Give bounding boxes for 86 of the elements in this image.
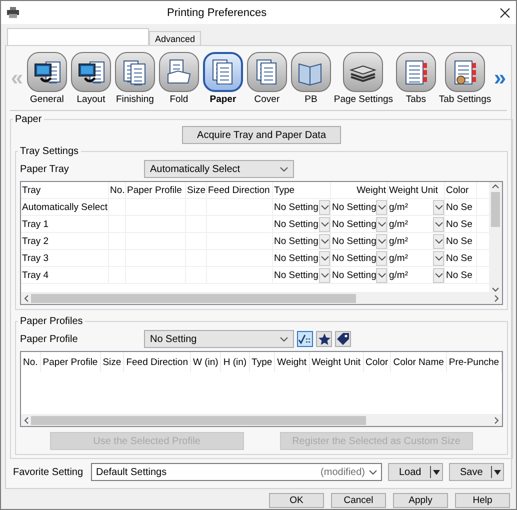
column-header[interactable]: Paper Profile [126,182,186,198]
table-cell: Tray 4 [21,267,109,283]
column-header[interactable]: Weight [275,352,310,372]
tool-button[interactable] [297,331,313,347]
tab[interactable]: Advanced [149,31,202,45]
scroll-thumb[interactable] [491,192,500,227]
column-header[interactable]: Weight [331,182,388,198]
field-label: Favorite Setting [13,466,84,478]
cell-dropdown[interactable]: No Setting [273,216,331,232]
dialog-button[interactable]: OK [269,493,324,508]
table-cell: Tray 3 [21,250,109,266]
table-cell: Tray 2 [21,233,109,249]
cell-dropdown[interactable]: No Setting [273,250,331,266]
table-cell: No Se [445,216,477,232]
column-header[interactable]: No. [109,182,126,198]
column-header[interactable]: Pre-Punche [446,352,502,372]
group-title: Tray Settings [19,146,80,157]
group-title: Paper Profiles [19,316,84,327]
column-header[interactable]: Type [273,182,331,198]
tool-button[interactable] [335,331,351,347]
column-header[interactable]: Tray [21,182,109,198]
field-label: Paper Tray [20,164,70,174]
column-header[interactable]: No. [21,352,41,372]
printer-icon [7,7,19,18]
table-cell: Automatically Select [21,199,109,215]
tag-icon [336,332,350,346]
scroll-right-button[interactable]: » [493,65,507,91]
table-cell: No Se [445,250,477,266]
cell-dropdown[interactable]: No Setting [331,267,388,283]
cell-dropdown[interactable]: g/m² [388,250,445,266]
column-header[interactable]: Color [445,182,477,198]
cell-dropdown[interactable]: g/m² [388,233,445,249]
cell-dropdown[interactable]: No Setting [273,233,331,249]
column-header[interactable]: Paper Profile [40,352,101,372]
split-button[interactable]: Save [449,463,504,481]
column-header[interactable]: Weight Unit [310,352,364,372]
column-header[interactable]: W (in) [190,352,222,372]
horizontal-scrollbar[interactable] [21,414,502,426]
dropdown-arrow-icon [494,470,501,474]
column-header[interactable]: H (in) [221,352,250,372]
window-title: Printing Preferences [166,6,268,18]
dialog-button[interactable]: Cancel [331,493,386,508]
close-icon[interactable] [500,8,510,18]
paper-tray-dropdown[interactable]: Automatically Select [144,160,294,178]
column-header[interactable]: Weight Unit [388,182,445,198]
table-cell: No Se [445,267,477,283]
cell-dropdown[interactable]: No Setting [331,216,388,232]
favorite-dropdown[interactable]: Default Settings (modified) [91,463,382,481]
cell-dropdown[interactable]: No Setting [273,267,331,283]
cell-dropdown[interactable]: g/m² [388,216,445,232]
column-header[interactable]: Size [100,352,124,372]
group-title: Paper [14,114,43,125]
cell-dropdown[interactable]: No Setting [273,199,331,215]
vertical-scrollbar[interactable] [489,182,502,292]
cell-dropdown[interactable]: No Setting [331,199,388,215]
scroll-right-icon[interactable] [494,416,500,424]
scroll-down-icon[interactable] [492,287,500,292]
cell-dropdown[interactable]: g/m² [388,199,445,215]
field-label: Paper Profile [20,334,79,344]
scroll-up-icon[interactable] [492,184,500,189]
cell-dropdown[interactable]: No Setting [331,250,388,266]
column-header[interactable]: Color [364,352,392,372]
check-list-icon [298,333,312,345]
cell-dropdown[interactable]: g/m² [388,267,445,283]
dialog-button[interactable]: Apply [393,493,448,508]
dropdown-arrow-icon [433,470,440,474]
column-header[interactable]: Feed Direction [124,352,191,372]
folded-paper-icon [164,58,193,86]
acquire-button[interactable]: Acquire Tray and Paper Data [182,126,342,144]
scroll-left-icon[interactable] [24,416,29,424]
table-cell: Tray 1 [21,216,109,232]
scroll-left-icon[interactable] [24,294,29,302]
column-header[interactable]: Feed Direction [207,182,273,198]
tool-button[interactable] [316,331,332,347]
column-header[interactable]: Size [186,182,207,198]
split-button[interactable]: Load [388,463,443,481]
column-header[interactable]: Color Name [391,352,447,372]
scroll-right-icon[interactable] [494,294,500,302]
horizontal-scrollbar[interactable] [21,292,502,304]
paper-profile-dropdown[interactable]: No Setting [144,330,294,348]
star-icon [318,332,330,346]
cell-dropdown[interactable]: No Setting [331,233,388,249]
table-cell: No Se [445,233,477,249]
table-cell: No Se [445,199,477,215]
column-header[interactable]: Type [250,352,276,372]
dialog-button[interactable]: Help [455,493,510,508]
